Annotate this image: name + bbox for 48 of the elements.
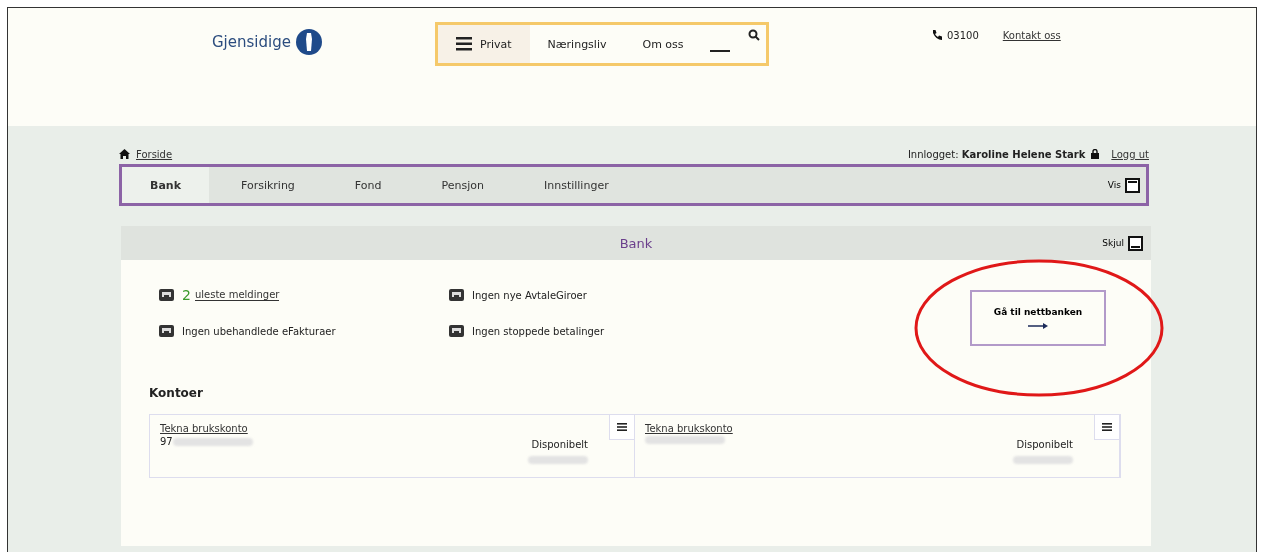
view-toggle[interactable]: Vis [1107, 180, 1121, 190]
menu-icon [455, 37, 472, 51]
unread-count: 2 [182, 287, 191, 303]
netbank-button[interactable]: Gå til nettbanken [970, 290, 1106, 346]
tab[interactable]: Forsikring [212, 167, 323, 203]
inbox-icon [449, 289, 464, 301]
account-number: 97 [160, 436, 173, 447]
nav-tab[interactable]: Om oss [624, 25, 702, 63]
available-label: Disponibelt [1016, 439, 1073, 450]
tab[interactable]: Pensjon [413, 167, 512, 203]
logo-icon[interactable] [294, 28, 323, 56]
menu-icon [1102, 423, 1112, 431]
inbox-icon [159, 325, 174, 337]
search-icon[interactable] [747, 29, 760, 41]
available-label: Disponibelt [531, 439, 588, 450]
panel-icon[interactable] [1125, 177, 1140, 193]
notice-text: Ingen stoppede betalinger [472, 325, 605, 337]
contact-link[interactable]: Kontakt oss [1002, 29, 1061, 41]
logout-link[interactable]: Logg ut [1111, 148, 1149, 160]
panel-title: Bank [619, 235, 653, 251]
tab[interactable]: Bank [122, 167, 209, 203]
account-link[interactable]: Tekna brukskonto [645, 423, 1013, 434]
nav-tab[interactable]: Privat [437, 25, 530, 63]
tab[interactable]: Innstillinger [515, 167, 637, 203]
inbox-icon [449, 325, 464, 337]
breadcrumb-link[interactable]: Forside [136, 148, 173, 160]
nav-tab[interactable]: Næringsliv [529, 25, 625, 63]
login-status: Innlogget: Karoline Helene Stark [907, 148, 1086, 160]
menu-icon [617, 423, 627, 431]
tab[interactable]: Fond [326, 167, 410, 203]
collapse-icon[interactable] [1128, 235, 1143, 251]
hide-toggle[interactable]: Skjul [1102, 238, 1124, 248]
phone-number: 03100 [946, 29, 979, 41]
account-link[interactable]: Tekna brukskonto [160, 423, 528, 434]
redaction-blur [528, 456, 588, 464]
notice-text: Ingen ubehandlede eFakturaer [182, 325, 336, 337]
logo-text[interactable]: Gjensidige [212, 33, 291, 51]
messages-link[interactable]: uleste meldinger [194, 289, 280, 301]
phone-icon [930, 29, 943, 41]
section-heading: Kontoer [149, 386, 204, 400]
menu-button[interactable] [609, 414, 635, 440]
menu-button[interactable] [1094, 414, 1120, 440]
home-icon[interactable] [119, 149, 130, 159]
notice-text: Ingen nye AvtaleGiroer [472, 289, 587, 301]
inbox-icon [159, 289, 174, 301]
lock-icon [1091, 149, 1100, 159]
arrow-icon [1028, 323, 1048, 329]
redaction-blur [1013, 456, 1073, 464]
